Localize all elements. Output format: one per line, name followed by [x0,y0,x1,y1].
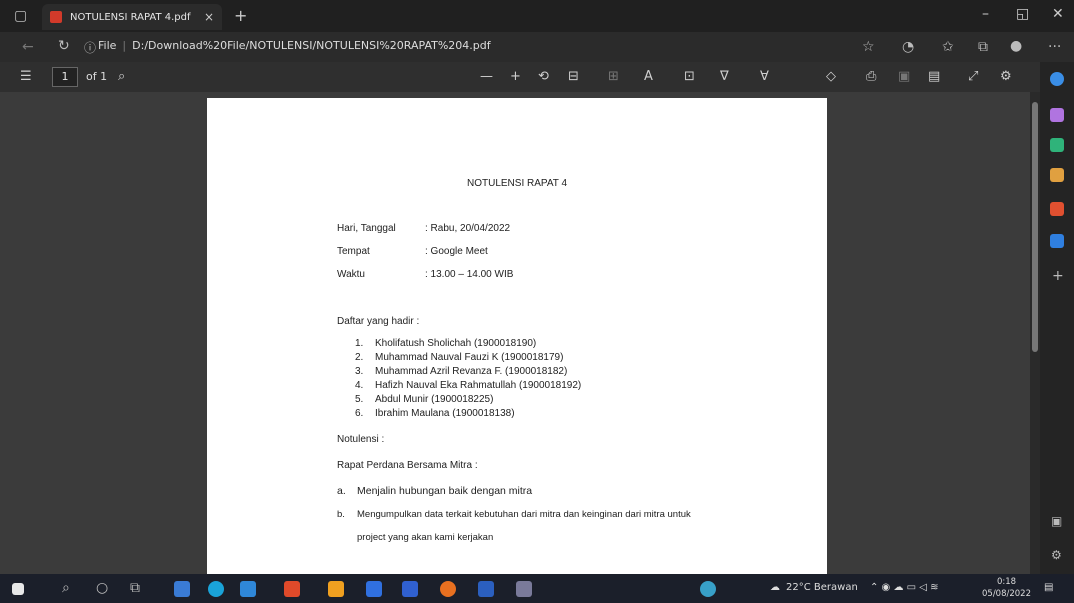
more-icon[interactable]: ··· [1048,39,1061,55]
search-icon[interactable] [1050,72,1064,86]
pdf-page: NOTULENSI RAPAT 4 Hari, Tanggal: Rabu, 2… [207,98,827,574]
word-icon[interactable] [478,581,494,597]
start-icon[interactable] [12,583,24,595]
zoom-in-button[interactable]: + [510,69,521,84]
rotate-icon[interactable]: ⟲ [538,69,549,84]
zoom-out-button[interactable]: — [480,69,493,84]
search-icon[interactable]: ⌕ [118,69,125,84]
outlook-icon[interactable] [1050,234,1064,248]
extensions-icon[interactable]: ◔ [902,39,914,55]
close-tab-icon[interactable]: × [204,10,214,24]
erase-icon[interactable]: ◇ [826,69,836,84]
point-b-continued: project yang akan kami kerjakan [357,532,494,543]
pdf-icon [50,11,62,23]
app-icon[interactable] [516,581,532,597]
edge-sidebar: + ▣ ⚙ [1040,62,1074,574]
immersive-reader-icon[interactable]: ⊡ [684,69,695,84]
weather-icon[interactable]: ☁ [770,582,780,593]
page-view-icon[interactable]: ⊞ [608,69,619,84]
tab-title: NOTULENSI RAPAT 4.pdf [70,11,191,23]
refresh-icon[interactable]: ↻ [58,38,70,54]
close-window-button[interactable]: ✕ [1052,6,1064,22]
read-aloud-icon[interactable]: A [644,69,653,84]
print-icon[interactable]: ⎙ [866,69,876,84]
app-icon[interactable] [402,581,418,597]
point-a: a. Menjalin hubungan baik dengan mitra [337,485,533,497]
favorites-icon[interactable]: ✩ [942,39,954,55]
address-bar: ← ↻ ⓘ File | D:/Download%20File/NOTULENSI/… [0,32,1074,62]
settings-icon[interactable]: ⚙ [1000,69,1012,84]
tray-icons[interactable]: ⌃ ◉ ☁ ▭ ◁ ≋ [870,582,939,593]
new-tab-button[interactable]: + [234,6,247,25]
pdf-viewer[interactable]: NOTULENSI RAPAT 4 Hari, Tanggal: Rabu, 2… [0,92,1030,574]
save-icon[interactable]: ▣ [898,69,910,84]
app-icon[interactable] [700,581,716,597]
tab-actions-icon[interactable]: ▢ [14,8,27,24]
sidebar-settings-icon[interactable]: ⚙ [1051,548,1062,562]
read-aloud-icon[interactable]: ☆ [862,39,875,55]
draw-icon[interactable]: ∀ [760,69,769,84]
fit-page-icon[interactable]: ⊟ [568,69,579,84]
info-row-date: Hari, Tanggal: Rabu, 20/04/2022 [337,223,511,234]
minimize-button[interactable]: – [982,6,989,22]
notification-icon[interactable]: ▤ [1044,582,1053,593]
restore-button[interactable]: ◱ [1016,6,1029,22]
url-field[interactable]: File | D:/Download%20File/NOTULENSI/NOTULE… [98,39,491,52]
page-number-input[interactable]: 1 [52,67,78,87]
edge-icon[interactable] [208,581,224,597]
scrollbar[interactable] [1030,92,1040,574]
list-item: 5. Abdul Munir (1900018225) [355,394,494,405]
meeting-label: Rapat Perdana Bersama Mitra : [337,460,478,471]
store-icon[interactable] [240,581,256,597]
add-icon[interactable]: + [1052,268,1064,284]
collections-icon[interactable]: ⧉ [978,39,988,55]
shopping-icon[interactable] [1050,108,1064,122]
info-row-time: Waktu: 13.00 – 14.00 WIB [337,269,514,280]
highlight-icon[interactable]: ∇ [720,69,729,84]
point-b: b. Mengumpulkan data terkait kebutuhan da… [337,509,691,520]
games-icon[interactable] [1050,168,1064,182]
chrome-icon[interactable] [440,581,456,597]
page-count: of 1 [86,70,108,83]
attendance-heading: Daftar yang hadir : [337,316,420,327]
app-icon[interactable] [174,581,190,597]
taskbar: ⌕ ○ ⧉ ☁ 22°C Berawan ⌃ ◉ ☁ ▭ ◁ ≋ 0:18 05… [0,574,1074,603]
clock[interactable]: 0:18 05/08/2022 [982,576,1031,600]
tab-active[interactable]: NOTULENSI RAPAT 4.pdf × [42,4,222,30]
info-row-place: Tempat: Google Meet [337,246,488,257]
contents-icon[interactable]: ☰ [20,69,32,84]
scrollbar-thumb[interactable] [1032,102,1038,352]
cortana-icon[interactable]: ○ [96,580,108,596]
list-item: 1. Kholifatush Sholichah (1900018190) [355,338,537,349]
url-scheme: File [98,39,117,52]
save-as-icon[interactable]: ▤ [928,69,940,84]
search-icon[interactable]: ⌕ [62,580,70,596]
profile-icon[interactable]: ● [1010,38,1022,54]
document-title: NOTULENSI RAPAT 4 [466,178,568,189]
fullscreen-icon[interactable]: ⤢ [968,69,978,84]
list-item: 4. Hafizh Nauval Eka Rahmatullah (1900018… [355,380,582,391]
task-view-icon[interactable]: ⧉ [130,580,140,596]
split-screen-icon[interactable]: ▣ [1051,514,1062,528]
office-icon[interactable] [1050,202,1064,216]
list-item: 3. Muhammad Azril Revanza F. (1900018182) [355,366,568,377]
list-item: 6. Ibrahim Maulana (1900018138) [355,408,515,419]
info-icon[interactable]: ⓘ [84,39,96,56]
vscode-icon[interactable] [366,581,382,597]
office-icon[interactable] [284,581,300,597]
tools-icon[interactable] [1050,138,1064,152]
url-text: D:/Download%20File/NOTULENSI/NOTULENSI%2… [132,39,491,52]
back-icon[interactable]: ← [22,39,34,55]
notulensi-label: Notulensi : [337,434,385,445]
title-bar: ▢ NOTULENSI RAPAT 4.pdf × + – ◱ ✕ [0,0,1074,32]
list-item: 2. Muhammad Nauval Fauzi K (1900018179) [355,352,564,363]
weather-text[interactable]: 22°C Berawan [786,582,858,593]
sublime-icon[interactable] [328,581,344,597]
pdf-toolbar: ☰ 1 of 1 ⌕ — + ⟲ ⊟ ⊞ A ⊡ ∇ ∀ ◇ ⎙ ▣ ▤ ⤢ ⚙ [0,62,1040,92]
